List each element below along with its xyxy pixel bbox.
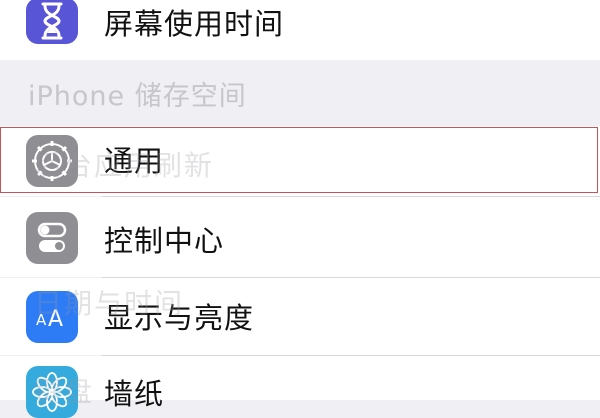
ghost-text-keyboard: 键盘 <box>34 375 95 408</box>
toggle-icon <box>26 212 78 264</box>
settings-row-label: 屏幕使用时间 <box>104 7 285 41</box>
hourglass-icon <box>26 0 78 44</box>
settings-row-label: 控制中心 <box>104 224 225 258</box>
settings-row-wallpaper[interactable]: 墙纸 键盘 <box>0 356 600 418</box>
section-header-storage: iPhone 储存空间 <box>28 81 247 112</box>
settings-row-general[interactable]: 通用 后台应用刷新 <box>0 126 600 196</box>
settings-row-control-center[interactable]: 控制中心 <box>0 197 600 277</box>
settings-row-display[interactable]: A A 显示与亮度 日期与时间 <box>0 278 600 355</box>
settings-row-screen-time[interactable]: 屏幕使用时间 <box>0 0 600 60</box>
settings-row-label: 墙纸 <box>104 377 165 411</box>
ghost-text-background-refresh: 后台应用刷新 <box>34 149 215 182</box>
ghost-text-date-time: 日期与时间 <box>34 287 185 320</box>
